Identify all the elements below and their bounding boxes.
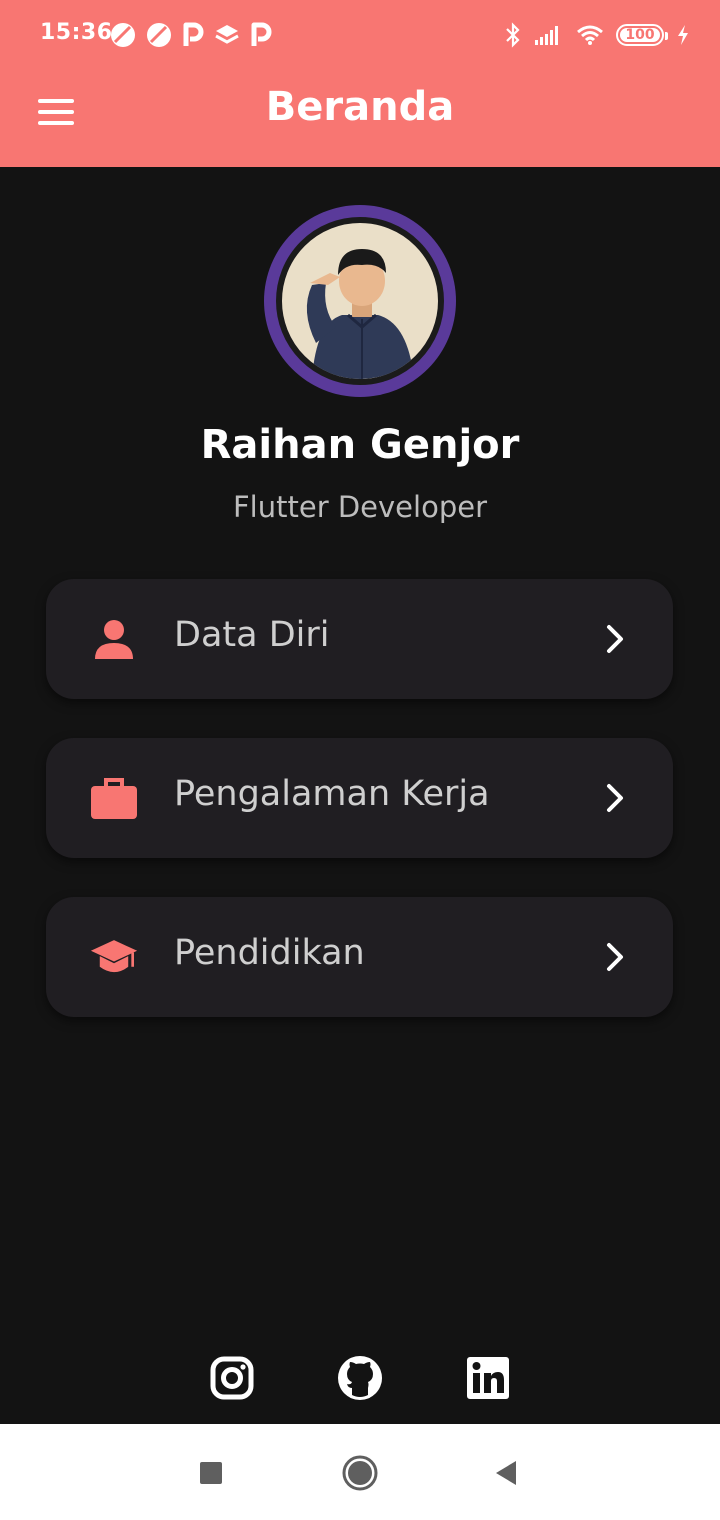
battery-level: 100 [625,27,655,43]
home-button[interactable] [341,1454,379,1492]
status-bar: 15:36 100 [0,0,720,70]
chevron-right-icon [607,625,623,653]
linkedin-icon[interactable] [466,1356,510,1400]
menu-item-label: Data Diri [174,615,330,655]
chevron-right-icon [607,943,623,971]
charging-icon [678,25,688,45]
p-icon [183,22,204,46]
bluetooth-icon [506,22,520,48]
profile-role: Flutter Developer [233,490,487,524]
avatar-image [276,217,444,385]
menu-item-data-diri[interactable]: Data Diri [46,579,673,699]
menu-item-pendidikan[interactable]: Pendidikan [46,897,673,1017]
github-icon[interactable] [337,1355,383,1401]
app-bar: Beranda [0,70,720,167]
profile-name: Raihan Genjor [200,422,520,468]
status-time: 15:36 [40,20,113,45]
graduation-cap-icon [90,935,138,979]
battery-icon: 100 [616,24,668,46]
chevron-right-icon [607,784,623,812]
notification-icons [110,20,272,50]
page-title: Beranda [265,84,455,130]
opera-icon [111,23,135,47]
system-icons: 100 [504,18,690,52]
back-button[interactable] [494,1459,518,1487]
menu-item-pengalaman-kerja[interactable]: Pengalaman Kerja [46,738,673,858]
p-icon [251,22,272,46]
wifi-icon [577,25,603,45]
navigation-bar [0,1424,720,1520]
recent-apps-button[interactable] [199,1461,223,1485]
menu-item-label: Pengalaman Kerja [174,774,490,814]
header: 15:36 100 Beranda [0,0,720,167]
person-icon [90,617,138,661]
menu-item-label: Pendidikan [174,933,365,973]
instagram-icon[interactable] [210,1356,254,1400]
briefcase-icon [90,776,138,820]
avatar [264,205,456,397]
signal-icon [535,26,558,45]
opera-icon [147,23,171,47]
layers-icon [215,25,239,44]
